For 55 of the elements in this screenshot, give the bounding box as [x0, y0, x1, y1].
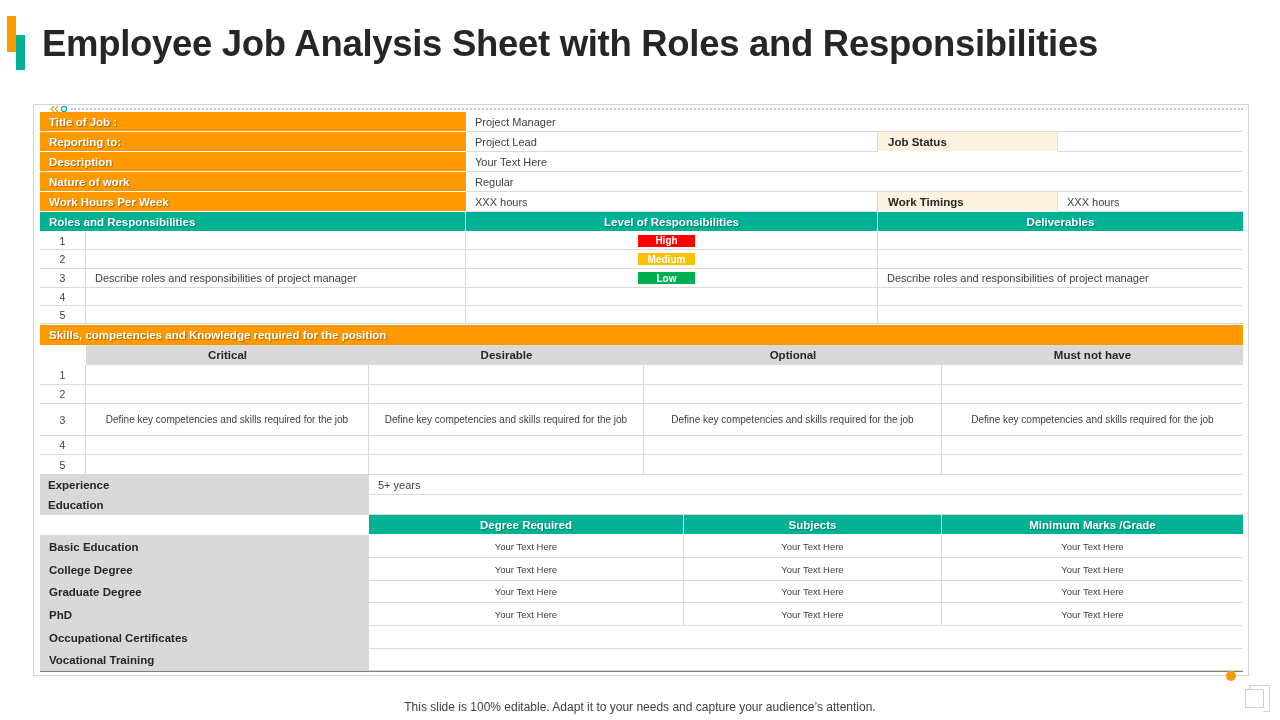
column-header: Degree Required: [369, 515, 684, 535]
column-header: Level of Responsibilities: [466, 212, 878, 232]
field-label: Occupational Certificates: [40, 626, 369, 649]
field-label: Description: [40, 152, 466, 172]
table-cell: Your Text Here: [684, 558, 942, 581]
chevron-circle-icon: [50, 104, 68, 113]
column-header: Must not have: [942, 345, 1243, 365]
table-cell: Describe roles and responsibilities of project manager: [86, 269, 466, 288]
field-label: Vocational Training: [40, 649, 369, 671]
squares-icon: [1245, 683, 1270, 712]
field-value: Project Lead: [466, 132, 878, 152]
field-label: Graduate Degree: [40, 581, 369, 603]
table-cell: Your Text Here: [369, 558, 684, 581]
table-cell: Define key competencies and skills required for the job: [644, 404, 942, 436]
column-header: Deliverables: [878, 212, 1243, 232]
slide-title: Employee Job Analysis Sheet with Roles and Responsibilities: [42, 24, 1098, 64]
footer-note: This slide is 100% editable. Adapt it to your needs and capture your audience’s attention.: [404, 700, 876, 714]
row-number: 4: [40, 436, 86, 455]
level-badge: Low: [638, 272, 695, 284]
table-cell: Your Text Here: [369, 581, 684, 603]
field-value: XXX hours: [466, 192, 878, 212]
table-cell: Your Text Here: [942, 581, 1243, 603]
row-number: 1: [40, 365, 86, 385]
table-cell: Define key competencies and skills required for the job: [369, 404, 644, 436]
field-label: Title of Job :: [40, 112, 466, 132]
field-label: Work Hours Per Week: [40, 192, 466, 212]
table-cell: Your Text Here: [684, 535, 942, 558]
table-cell: Define key competencies and skills required for the job: [942, 404, 1243, 436]
table-cell: Your Text Here: [942, 535, 1243, 558]
table-cell: Your Text Here: [369, 535, 684, 558]
column-header: Roles and Responsibilities: [40, 212, 466, 232]
field-label: Education: [40, 495, 369, 515]
field-label: Experience: [40, 475, 369, 495]
level-badge: Medium: [638, 253, 695, 265]
table-cell: Your Text Here: [684, 581, 942, 603]
field-label: Reporting to:: [40, 132, 466, 152]
section-header: Skills, competencies and Knowledge required for the position: [40, 325, 1243, 345]
table-cell: Define key competencies and skills required for the job: [86, 404, 369, 436]
accent-bars-icon: [7, 16, 25, 70]
column-header: Critical: [86, 345, 369, 365]
field-label: Nature of work: [40, 172, 466, 192]
column-header: Subjects: [684, 515, 942, 535]
column-header: Minimum Marks /Grade: [942, 515, 1243, 535]
column-header: Optional: [644, 345, 942, 365]
row-number: 2: [40, 385, 86, 404]
level-badge: High: [638, 234, 695, 247]
field-label: PhD: [40, 603, 369, 626]
table-cell: Your Text Here: [942, 558, 1243, 581]
column-header: Desirable: [369, 345, 644, 365]
field-label: Basic Education: [40, 535, 369, 558]
field-label: Work Timings: [878, 192, 1058, 212]
row-number: 3: [40, 404, 86, 436]
field-label: College Degree: [40, 558, 369, 581]
dot-icon: [1226, 671, 1236, 681]
field-label: Job Status: [878, 132, 1058, 152]
